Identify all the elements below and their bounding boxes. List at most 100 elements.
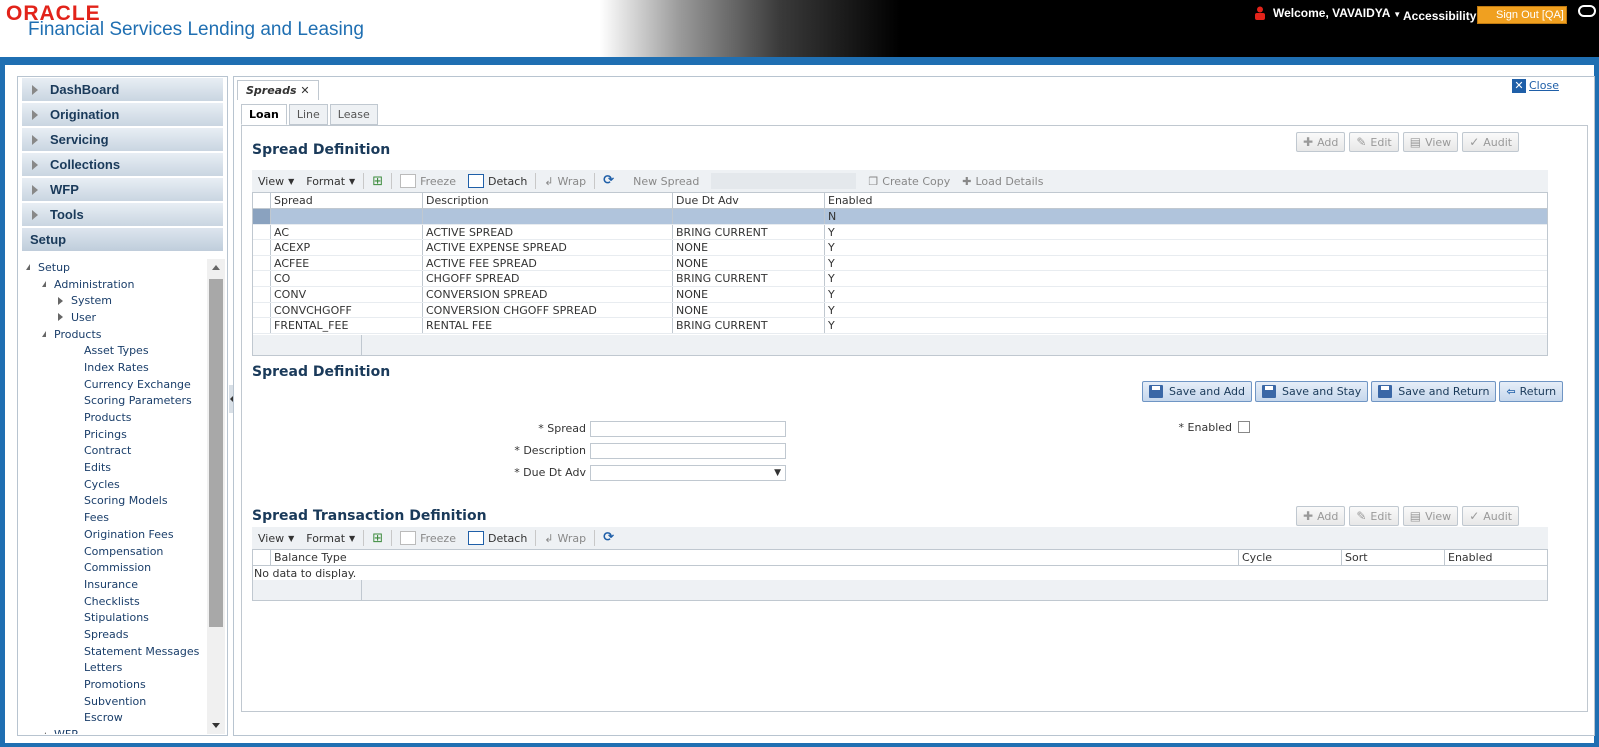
txn-detach-button[interactable]: Detach [467, 531, 527, 545]
txn-audit-button[interactable]: ✓ Audit [1462, 506, 1520, 526]
tree-item[interactable]: Commission [22, 559, 207, 576]
tree-item[interactable]: Products [22, 409, 207, 426]
scroll-down-icon[interactable] [212, 723, 220, 728]
table-row[interactable]: AC ACTIVE SPREAD BRING CURRENT Y [253, 224, 1547, 241]
format-menu[interactable]: Format ▼ [306, 175, 355, 188]
row-selector[interactable] [253, 225, 270, 240]
col-header[interactable]: Description [422, 193, 672, 208]
accessibility-link[interactable]: Accessibility [1403, 9, 1476, 23]
col-header[interactable]: Enabled [824, 193, 1547, 208]
txn-freeze-button[interactable]: Freeze [400, 531, 456, 545]
save-and-add-button[interactable]: Save and Add [1142, 381, 1252, 402]
tab-loan[interactable]: Loan [241, 104, 287, 125]
tree-item[interactable]: Letters [22, 660, 207, 677]
table-row[interactable]: ACEXP ACTIVE EXPENSE SPREAD NONE Y [253, 240, 1547, 256]
txn-edit-button[interactable]: ✎ Edit [1349, 506, 1399, 526]
row-selector[interactable] [253, 287, 270, 302]
txn-view-menu[interactable]: View ▼ [258, 532, 294, 545]
view-menu[interactable]: View ▼ [258, 175, 294, 188]
col-header[interactable]: Due Dt Adv [672, 193, 824, 208]
col-sort[interactable]: Sort [1341, 550, 1444, 565]
due-dt-adv-select[interactable]: ▼ [590, 465, 786, 481]
create-copy-button[interactable]: ❐ Create Copy [868, 175, 950, 188]
view-button[interactable]: ▤ View [1402, 132, 1459, 152]
tree-item[interactable]: Administration [22, 276, 207, 293]
sidebar-section-origination[interactable]: Origination [22, 103, 223, 127]
help-oval-icon[interactable] [1578, 5, 1596, 17]
tree-item[interactable]: Origination Fees [22, 526, 207, 543]
table-row[interactable]: CONVCHGOFF CONVERSION CHGOFF SPREAD NONE Y [253, 302, 1547, 319]
col-enabled[interactable]: Enabled [1444, 550, 1547, 565]
tab-spreads[interactable]: Spreads ✕ [237, 80, 319, 100]
row-selector[interactable] [253, 271, 270, 286]
table-row[interactable]: FRENTAL_FEE RENTAL FEE BRING CURRENT Y [253, 318, 1547, 334]
txn-add-button[interactable]: ✚ Add [1296, 506, 1346, 526]
tree-item[interactable]: Index Rates [22, 359, 207, 376]
expanded-triangle-icon[interactable] [42, 731, 46, 734]
tree-item[interactable]: Products [22, 326, 207, 343]
expanded-triangle-icon[interactable] [42, 331, 46, 338]
tree-item[interactable]: Fees [22, 509, 207, 526]
tree-item[interactable]: Asset Types [22, 342, 207, 359]
sidebar-section-collections[interactable]: Collections [22, 153, 223, 177]
tree-item[interactable]: Edits [22, 459, 207, 476]
edit-button[interactable]: ✎ Edit [1349, 132, 1399, 152]
tree-item[interactable]: Compensation [22, 543, 207, 560]
txn-export-button[interactable]: ⊞ [372, 531, 383, 546]
freeze-button[interactable]: Freeze [400, 174, 456, 188]
row-selector[interactable] [253, 240, 270, 255]
save-and-return-button[interactable]: Save and Return [1371, 381, 1497, 402]
enabled-checkbox[interactable] [1238, 421, 1250, 433]
col-header[interactable]: Spread [270, 193, 422, 208]
tree-item[interactable]: Stipulations [22, 609, 207, 626]
tree-item[interactable]: Cycles [22, 476, 207, 493]
audit-button[interactable]: ✓ Audit [1462, 132, 1520, 152]
scroll-up-icon[interactable] [212, 265, 220, 270]
table-row[interactable]: CO CHGOFF SPREAD BRING CURRENT Y [253, 271, 1547, 287]
tree-item[interactable]: Insurance [22, 576, 207, 593]
save-and-stay-button[interactable]: Save and Stay [1255, 381, 1369, 402]
description-input[interactable] [590, 443, 786, 459]
sidebar-section-tools[interactable]: Tools [22, 203, 223, 227]
col-balance-type[interactable]: Balance Type [270, 550, 1238, 565]
tree-item[interactable]: Currency Exchange [22, 376, 207, 393]
tree-item[interactable]: User [22, 309, 207, 326]
tree-item[interactable]: Checklists [22, 593, 207, 610]
tree-item[interactable]: WFP [22, 726, 207, 734]
row-selector[interactable] [253, 318, 270, 333]
tree-item[interactable]: Spreads [22, 626, 207, 643]
add-button[interactable]: ✚ Add [1296, 132, 1346, 152]
collapsed-triangle-icon[interactable] [58, 296, 63, 305]
row-selector[interactable] [253, 209, 270, 224]
tab-line[interactable]: Line [288, 104, 328, 125]
sidebar-section-dashboard[interactable]: DashBoard [22, 78, 223, 102]
tree-item[interactable]: Setup [22, 259, 207, 276]
tree-item[interactable]: Escrow [22, 710, 207, 727]
tree-item[interactable]: Contract [22, 443, 207, 460]
wrap-button[interactable]: ↲ Wrap [544, 175, 586, 188]
sidebar-section-wfp[interactable]: WFP [22, 178, 223, 202]
tab-lease[interactable]: Lease [329, 104, 378, 125]
txn-view-button[interactable]: ▤ View [1402, 506, 1459, 526]
tree-item[interactable]: Statement Messages [22, 643, 207, 660]
row-selector[interactable] [253, 303, 270, 318]
collapsed-triangle-icon[interactable] [58, 313, 63, 322]
col-cycle[interactable]: Cycle [1238, 550, 1341, 565]
close-tab-icon[interactable]: ✕ [300, 84, 309, 97]
welcome-menu[interactable]: Welcome, VAVAIDYA ▼ [1273, 6, 1401, 20]
table-row[interactable]: CONV CONVERSION SPREAD NONE Y [253, 286, 1547, 303]
tree-item[interactable]: Scoring Parameters [22, 393, 207, 410]
sidebar-section-setup[interactable]: Setup [22, 228, 223, 252]
sign-out-button[interactable]: Sign Out [QA] [1477, 6, 1567, 24]
refresh-button[interactable]: ⟳ [603, 174, 619, 188]
tree-item[interactable]: Promotions [22, 676, 207, 693]
tree-item[interactable]: Subvention [22, 693, 207, 710]
txn-refresh-button[interactable]: ⟳ [603, 531, 619, 545]
tree-item[interactable]: Scoring Models [22, 493, 207, 510]
tree-item[interactable]: System [22, 292, 207, 309]
expanded-triangle-icon[interactable] [26, 264, 30, 271]
load-details-button[interactable]: ✚ Load Details [962, 175, 1043, 188]
table-row[interactable]: ACFEE ACTIVE FEE SPREAD NONE Y [253, 255, 1547, 272]
tree-item[interactable]: Pricings [22, 426, 207, 443]
new-spread-input[interactable] [711, 173, 857, 189]
